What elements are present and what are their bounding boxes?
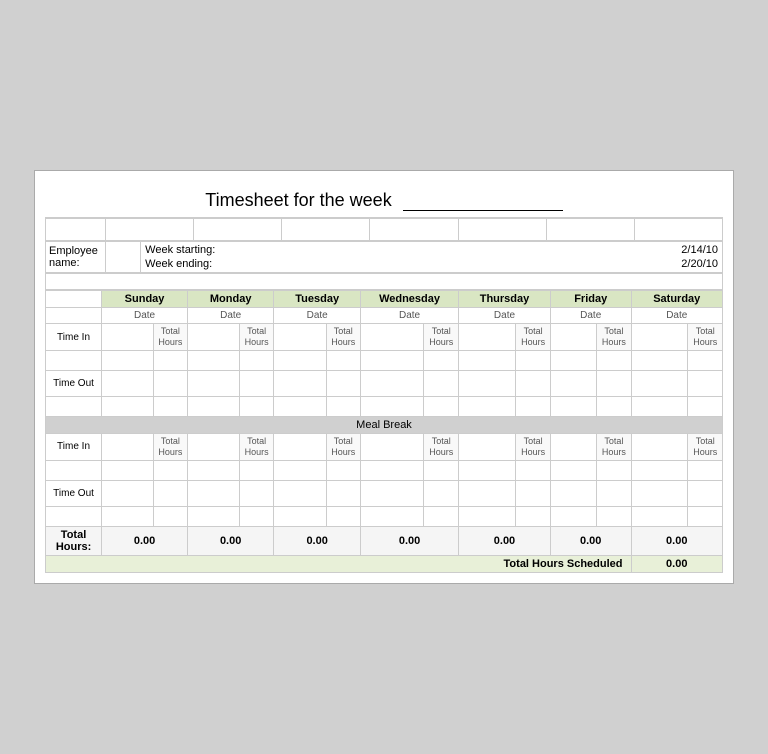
- title-text: Timesheet for the week: [205, 190, 391, 210]
- s2-fri-total: TotalHours: [597, 434, 631, 461]
- s1-fri-in[interactable]: [550, 324, 596, 351]
- total-tue: 0.00: [274, 526, 361, 555]
- tuesday-date[interactable]: Date: [274, 308, 361, 324]
- s1-sat-in[interactable]: [631, 324, 688, 351]
- s2-tue-total: TotalHours: [326, 434, 360, 461]
- s2-sat-total: TotalHours: [688, 434, 723, 461]
- total-sun: 0.00: [102, 526, 188, 555]
- s1-wed-total: TotalHours: [424, 324, 459, 351]
- time-in-label-1: Time In: [46, 324, 102, 351]
- s1-wed-out[interactable]: [361, 371, 424, 397]
- s2-mon-total: TotalHours: [239, 434, 273, 461]
- s2-sat-out[interactable]: [631, 480, 688, 506]
- s2-sun-in[interactable]: [102, 434, 154, 461]
- meal-break-label: Meal Break: [46, 417, 723, 434]
- total-thu: 0.00: [459, 526, 551, 555]
- monday-header: Monday: [188, 291, 274, 308]
- time-out-label-2: Time Out: [46, 480, 102, 506]
- s2-empty-row-1: [46, 460, 723, 480]
- s2-fri-in[interactable]: [550, 434, 596, 461]
- total-mon: 0.00: [188, 526, 274, 555]
- week-ending-row: Week ending: 2/20/10: [145, 258, 718, 270]
- s1-wed-in[interactable]: [361, 324, 424, 351]
- employee-label: Employee name:: [46, 242, 106, 273]
- s1-thu-out[interactable]: [459, 371, 516, 397]
- grand-total-label: Total Hours Scheduled: [46, 555, 632, 572]
- s1-tue-total: TotalHours: [326, 324, 360, 351]
- total-sat: 0.00: [631, 526, 722, 555]
- s2-thu-out[interactable]: [459, 480, 516, 506]
- s1-mon-out[interactable]: [188, 371, 240, 397]
- total-hours-row: Total Hours: 0.00 0.00 0.00 0.00 0.00 0.…: [46, 526, 723, 555]
- s1-fri-total: TotalHours: [597, 324, 631, 351]
- section2-time-in-row: Time In TotalHours TotalHours TotalHours…: [46, 434, 723, 461]
- monday-date[interactable]: Date: [188, 308, 274, 324]
- employee-value[interactable]: [106, 242, 141, 273]
- s1-tue-out[interactable]: [274, 371, 326, 397]
- s1-sun-total: TotalHours: [153, 324, 187, 351]
- day-header-row: Sunday Monday Tuesday Wednesday Thursday…: [46, 291, 723, 308]
- thursday-header: Thursday: [459, 291, 551, 308]
- s1-sat-out[interactable]: [631, 371, 688, 397]
- s1-tue-in[interactable]: [274, 324, 326, 351]
- s2-thu-total: TotalHours: [516, 434, 550, 461]
- friday-header: Friday: [550, 291, 631, 308]
- s1-sun-in[interactable]: [102, 324, 154, 351]
- s2-empty-row-2: [46, 506, 723, 526]
- grand-total-value: 0.00: [631, 555, 722, 572]
- section2-time-out-row: Time Out: [46, 480, 723, 506]
- week-starting-row: Week starting: 2/14/10: [145, 244, 718, 256]
- s1-empty-row-1: [46, 351, 723, 371]
- blank-row-1: [46, 219, 723, 241]
- s2-tue-in[interactable]: [274, 434, 326, 461]
- friday-date[interactable]: Date: [550, 308, 631, 324]
- s2-tue-out[interactable]: [274, 480, 326, 506]
- s2-thu-in[interactable]: [459, 434, 516, 461]
- s1-thu-total: TotalHours: [516, 324, 550, 351]
- title-underline: [403, 189, 563, 211]
- s2-mon-in[interactable]: [188, 434, 240, 461]
- s1-fri-out[interactable]: [550, 371, 596, 397]
- wednesday-date[interactable]: Date: [361, 308, 459, 324]
- grand-total-row: Total Hours Scheduled 0.00: [46, 555, 723, 572]
- s2-sat-in[interactable]: [631, 434, 688, 461]
- section1-time-out-row: Time Out: [46, 371, 723, 397]
- saturday-header: Saturday: [631, 291, 722, 308]
- s1-mon-in[interactable]: [188, 324, 240, 351]
- wednesday-header: Wednesday: [361, 291, 459, 308]
- meal-break-header-row: Meal Break: [46, 417, 723, 434]
- spacer-row: [46, 274, 723, 290]
- s2-sun-total: TotalHours: [153, 434, 187, 461]
- section1-time-in-row: Time In TotalHours TotalHours TotalHours…: [46, 324, 723, 351]
- time-out-label-1: Time Out: [46, 371, 102, 397]
- time-in-label-2: Time In: [46, 434, 102, 461]
- s1-sun-out[interactable]: [102, 371, 154, 397]
- s2-wed-in[interactable]: [361, 434, 424, 461]
- s2-sun-out[interactable]: [102, 480, 154, 506]
- s2-wed-total: TotalHours: [424, 434, 459, 461]
- sunday-date[interactable]: Date: [102, 308, 188, 324]
- employee-row: Employee name: Week starting: 2/14/10 We…: [46, 242, 723, 273]
- tuesday-header: Tuesday: [274, 291, 361, 308]
- s1-empty-row-2: [46, 397, 723, 417]
- total-wed: 0.00: [361, 526, 459, 555]
- s2-fri-out[interactable]: [550, 480, 596, 506]
- s2-wed-out[interactable]: [361, 480, 424, 506]
- thursday-date[interactable]: Date: [459, 308, 551, 324]
- s2-mon-out[interactable]: [188, 480, 240, 506]
- title-row: Timesheet for the week: [45, 181, 723, 218]
- date-row: Date Date Date Date Date Date Date: [46, 308, 723, 324]
- total-hours-row-label: Total Hours:: [46, 526, 102, 555]
- s1-thu-in[interactable]: [459, 324, 516, 351]
- saturday-date[interactable]: Date: [631, 308, 722, 324]
- timesheet: Timesheet for the week Employee name: We…: [34, 170, 734, 583]
- s1-sat-total: TotalHours: [688, 324, 723, 351]
- sunday-header: Sunday: [102, 291, 188, 308]
- total-fri: 0.00: [550, 526, 631, 555]
- s1-mon-total: TotalHours: [239, 324, 273, 351]
